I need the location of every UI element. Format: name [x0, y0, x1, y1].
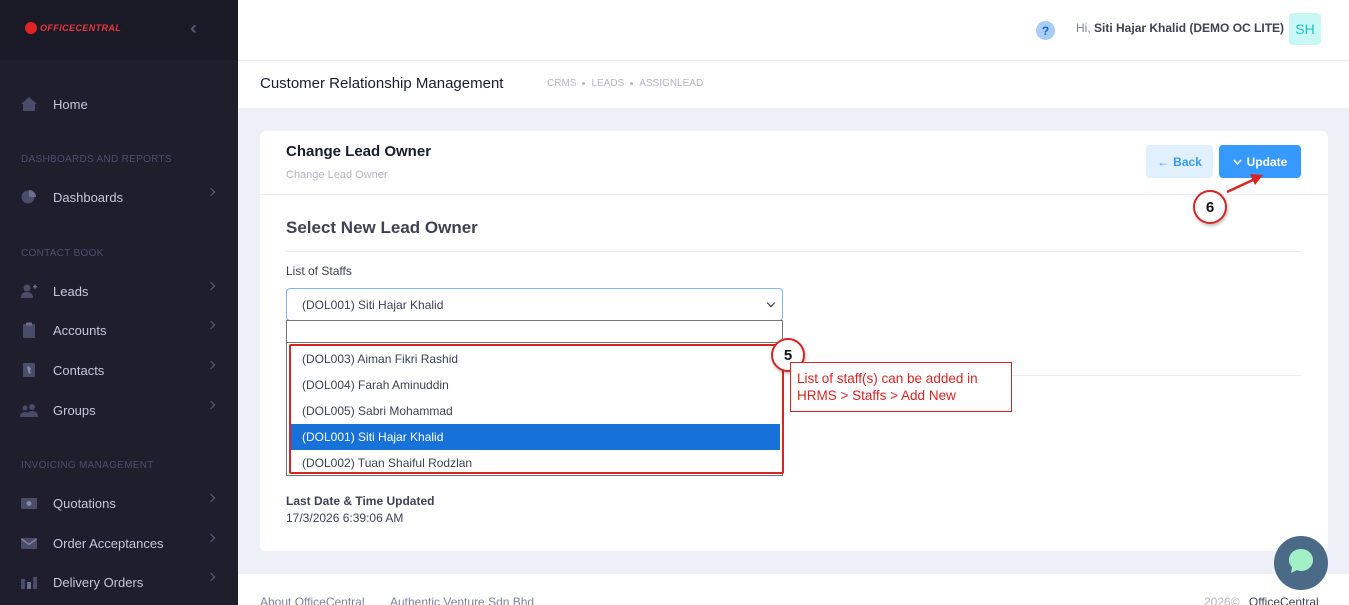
pie-chart-icon: [20, 189, 38, 205]
divider: [286, 251, 1301, 252]
sidebar-item-home[interactable]: Home: [20, 92, 220, 116]
footer-link-about[interactable]: About OfficeCentral: [260, 595, 365, 605]
home-icon: [20, 96, 38, 112]
sidebar-item-dashboards[interactable]: Dashboards: [20, 185, 220, 209]
footer: About OfficeCentral Authentic Venture Sd…: [238, 574, 1349, 605]
address-book-icon: [20, 362, 38, 378]
subheader: Customer Relationship Management CRMS LE…: [238, 61, 1349, 108]
annotation-note: List of staff(s) can be added in HRMS > …: [790, 362, 1012, 412]
dropdown-search-input[interactable]: [287, 321, 782, 343]
breadcrumb-item-crms[interactable]: CRMS: [547, 78, 576, 89]
chevron-right-icon: [206, 187, 216, 197]
clipboard-icon: [20, 322, 38, 338]
truck-icon: [20, 574, 38, 590]
sidebar-item-label: Groups: [53, 402, 96, 418]
sidebar-brand: OFFICECENTRAL ‹‹: [0, 0, 238, 60]
footer-brand-link[interactable]: OfficeCentral: [1249, 595, 1319, 605]
annotation-highlight-box: [289, 344, 784, 474]
sidebar-item-label: Leads: [53, 283, 89, 299]
chevron-right-icon: [206, 400, 216, 410]
sidebar-section-contact-book: CONTACT BOOK: [21, 248, 104, 259]
sidebar-item-contacts[interactable]: Contacts: [20, 358, 220, 382]
breadcrumb-separator: [582, 82, 586, 85]
sidebar: OFFICECENTRAL ‹‹ Home DASHBOARDS AND REP…: [0, 0, 238, 605]
annotation-arrow: [1226, 174, 1263, 194]
sidebar-item-label: Dashboards: [53, 189, 124, 205]
logo-mark-icon: [25, 22, 37, 34]
greeting-prefix: Hi,: [1076, 21, 1091, 35]
sidebar-item-label: Home: [53, 96, 88, 112]
money-icon: [20, 495, 38, 511]
chevron-down-icon: [766, 298, 776, 308]
user-add-icon: [20, 283, 38, 299]
chevron-right-icon: [206, 572, 216, 582]
last-updated-value: 17/3/2026 6:39:06 AM: [286, 511, 404, 525]
sidebar-item-label: Quotations: [53, 495, 116, 511]
chevron-right-icon: [206, 320, 216, 330]
footer-copyright: 2026© OfficeCentral: [1204, 595, 1319, 605]
top-header: ? Hi, Siti Hajar Khalid (DEMO OC LITE) S…: [238, 0, 1349, 61]
sidebar-item-groups[interactable]: Groups: [20, 398, 220, 422]
chevron-right-icon: [206, 493, 216, 503]
staff-select[interactable]: (DOL001) Siti Hajar Khalid: [286, 288, 783, 321]
brand-logo[interactable]: OFFICECENTRAL: [25, 22, 121, 34]
sidebar-item-leads[interactable]: Leads: [20, 279, 220, 303]
sidebar-item-label: Order Acceptances: [53, 535, 164, 551]
card-subtitle: Change Lead Owner: [286, 169, 388, 181]
breadcrumb: CRMS LEADS ASSIGNLEAD: [547, 78, 703, 89]
card-header: Change Lead Owner Change Lead Owner ← Ba…: [260, 131, 1328, 195]
section-title: Select New Lead Owner: [286, 218, 478, 237]
copyright-year: 2026©: [1204, 595, 1240, 605]
sidebar-item-accounts[interactable]: Accounts: [20, 318, 220, 342]
logo-text: OFFICECENTRAL: [40, 23, 122, 33]
sidebar-item-label: Contacts: [53, 362, 105, 378]
last-updated-label: Last Date & Time Updated: [286, 494, 435, 508]
card-title: Change Lead Owner: [286, 143, 432, 160]
avatar[interactable]: SH: [1289, 13, 1321, 45]
sidebar-section-dashboards: DASHBOARDS AND REPORTS: [21, 154, 172, 165]
chevron-right-icon: [206, 360, 216, 370]
check-icon: [1233, 155, 1242, 169]
annotation-note-line1: List of staff(s) can be added in: [797, 371, 978, 386]
envelope-icon: [20, 535, 38, 551]
collapse-sidebar-icon[interactable]: ‹‹: [190, 18, 197, 39]
chat-icon: [1286, 546, 1316, 581]
help-icon[interactable]: ?: [1036, 21, 1055, 40]
sidebar-item-delivery-orders[interactable]: Delivery Orders: [20, 570, 220, 594]
user-name: Siti Hajar Khalid (DEMO OC LITE): [1094, 21, 1285, 35]
sidebar-item-quotations[interactable]: Quotations: [20, 491, 220, 515]
sidebar-item-label: Accounts: [53, 322, 107, 338]
annotation-note-line2: HRMS > Staffs > Add New: [797, 388, 956, 403]
staff-list-label: List of Staffs: [286, 264, 352, 278]
back-button-label: Back: [1173, 154, 1202, 169]
sidebar-item-label: Delivery Orders: [53, 574, 144, 590]
breadcrumb-separator: [630, 82, 634, 85]
chat-widget-button[interactable]: [1274, 536, 1328, 590]
page-title: Customer Relationship Management: [260, 75, 504, 92]
back-button[interactable]: ← Back: [1146, 145, 1213, 178]
staff-select-value: (DOL001) Siti Hajar Khalid: [302, 297, 444, 312]
chevron-right-icon: [206, 533, 216, 543]
group-icon: [20, 402, 38, 418]
sidebar-section-invoicing: INVOICING MANAGEMENT: [21, 460, 154, 471]
user-greeting[interactable]: Hi, Siti Hajar Khalid (DEMO OC LITE): [1076, 21, 1284, 35]
sidebar-item-order-acceptances[interactable]: Order Acceptances: [20, 531, 220, 555]
chevron-right-icon: [206, 281, 216, 291]
arrow-left-icon: ←: [1157, 154, 1170, 169]
breadcrumb-item-assignlead[interactable]: ASSIGNLEAD: [639, 78, 703, 89]
update-button-label: Update: [1246, 154, 1288, 169]
breadcrumb-item-leads[interactable]: LEADS: [591, 78, 624, 89]
footer-link-company[interactable]: Authentic Venture Sdn Bhd: [390, 595, 534, 605]
